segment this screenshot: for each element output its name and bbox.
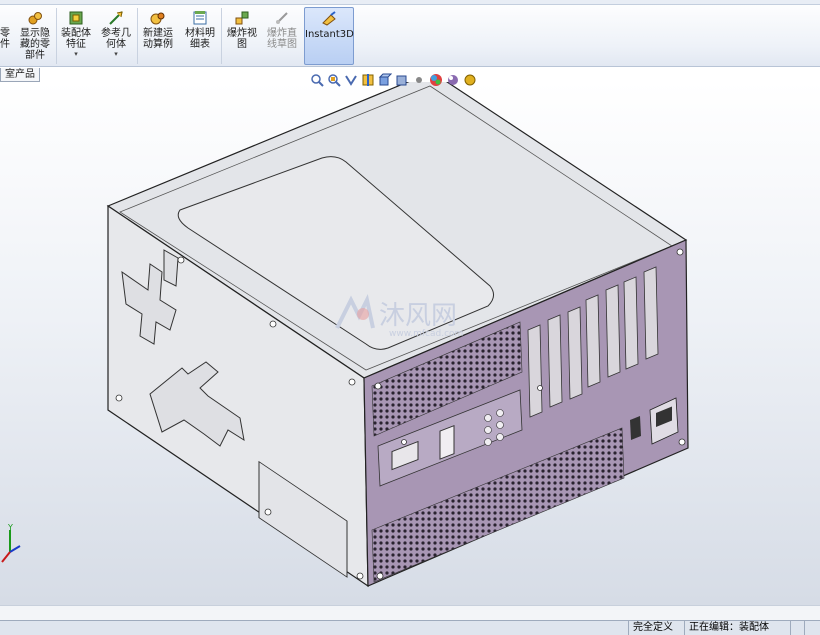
new-motion-study-icon	[150, 10, 166, 26]
display-style-icon[interactable]	[395, 73, 409, 87]
view-settings-icon[interactable]	[463, 73, 477, 87]
edit-appearance-icon[interactable]	[429, 73, 443, 87]
bill-of-materials-button[interactable]: 材料明 细表	[181, 7, 219, 65]
command-manager-toolbar: 零 件 显示隐 藏的零 部件 装配体 特征 ▾ 参考几 何体 ▾ 新建运 动算例…	[0, 0, 820, 67]
hide-show-items-icon[interactable]	[412, 73, 426, 87]
axis-triad-icon: Y	[1, 523, 21, 563]
section-view-icon[interactable]	[361, 73, 375, 87]
part-button[interactable]: 零 件	[0, 7, 12, 65]
dropdown-arrow-icon[interactable]: ▾	[58, 50, 94, 58]
toolbar-separator	[56, 8, 57, 64]
toolbar-separator	[137, 8, 138, 64]
zoom-to-area-icon[interactable]	[327, 73, 341, 87]
status-cell	[790, 621, 800, 635]
view-orientation-icon[interactable]	[378, 73, 393, 87]
bill-of-materials-icon	[192, 10, 208, 26]
show-hidden-components-icon	[27, 10, 43, 26]
svg-text:www.mfcad.com: www.mfcad.com	[389, 329, 463, 338]
toolbar-separator	[221, 8, 222, 64]
new-motion-study-button[interactable]: 新建运 动算例	[139, 7, 177, 65]
svg-text:沐风网: 沐风网	[379, 301, 457, 331]
status-editing: 正在编辑：装配体	[684, 621, 773, 635]
assembly-feature-button[interactable]: 装配体 特征 ▾	[58, 7, 94, 65]
zoom-to-fit-icon[interactable]	[310, 73, 324, 87]
status-bar: 完全定义 正在编辑：装配体	[0, 620, 820, 635]
toolbar-top-strip	[0, 0, 820, 5]
apply-scene-icon[interactable]	[446, 73, 460, 87]
previous-view-icon[interactable]	[344, 73, 358, 87]
graphics-viewport[interactable]: Y	[0, 82, 820, 605]
part-icon	[0, 10, 14, 26]
show-hidden-components-button[interactable]: 显示隐 藏的零 部件	[16, 7, 54, 65]
tab-product[interactable]: 室产品	[0, 68, 40, 82]
reference-geometry-icon	[108, 10, 124, 26]
status-cell	[804, 621, 820, 635]
explode-line-sketch-icon	[274, 10, 290, 26]
instant3d-icon	[321, 11, 337, 27]
assembly-feature-icon	[68, 10, 84, 26]
dropdown-arrow-icon[interactable]: ▾	[97, 50, 135, 58]
reference-geometry-button[interactable]: 参考几 何体 ▾	[97, 7, 135, 65]
svg-text:Y: Y	[7, 523, 13, 532]
horizontal-scrollbar[interactable]	[0, 605, 820, 620]
explode-line-sketch-button[interactable]: 爆炸直 线草图	[263, 7, 301, 65]
pc-case-model	[106, 82, 689, 588]
instant3d-button[interactable]: Instant3D	[304, 7, 354, 65]
exploded-view-button[interactable]: 爆炸视 图	[223, 7, 261, 65]
exploded-view-icon	[234, 10, 250, 26]
heads-up-view-toolbar	[310, 72, 477, 88]
status-fully-defined: 完全定义	[628, 621, 677, 635]
watermark: 沐风网 www.mfcad.com	[333, 294, 493, 341]
